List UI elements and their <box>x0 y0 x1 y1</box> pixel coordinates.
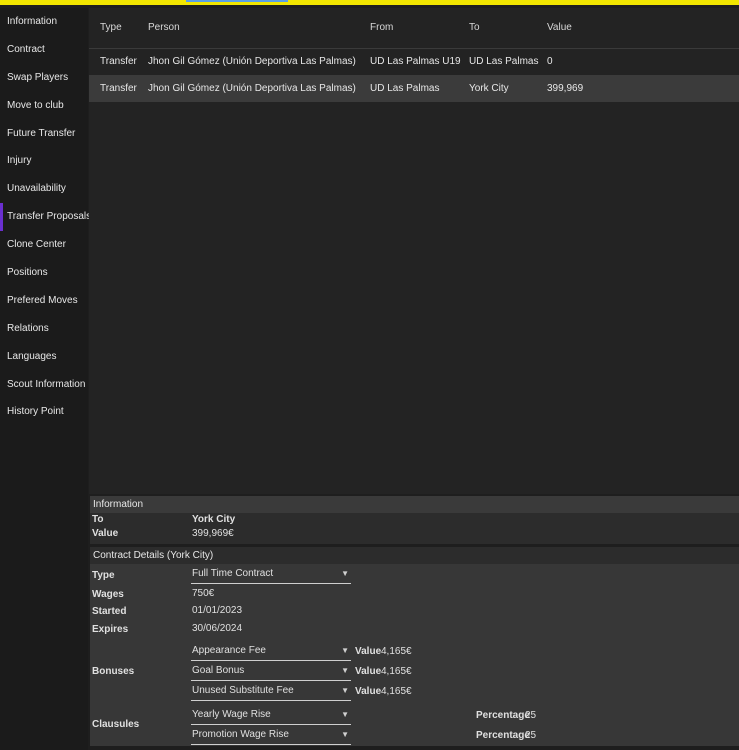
started-value[interactable]: 01/01/2023 <box>192 605 242 616</box>
transfer-table: Type Person From To Value Transfer Jhon … <box>89 8 739 494</box>
sidebar-item-languages[interactable]: Languages <box>0 343 88 371</box>
bonus-dropdown-appearance-fee[interactable]: Appearance Fee ▼ <box>191 642 351 661</box>
cell-from: UD Las Palmas U19 <box>370 56 461 67</box>
cell-type: Transfer <box>100 56 137 67</box>
bonus-value-label: Value <box>355 686 382 697</box>
sidebar-item-contract[interactable]: Contract <box>0 36 88 64</box>
clausule-percentage-value[interactable]: 25 <box>525 710 536 721</box>
cell-value: 399,969 <box>547 83 584 94</box>
info-value-value: 399,969€ <box>192 528 234 539</box>
sidebar-item-relations[interactable]: Relations <box>0 315 88 343</box>
chevron-down-icon: ▼ <box>341 646 349 655</box>
cell-person: Jhon Gil Gómez (Unión Deportiva Las Palm… <box>148 83 356 94</box>
sidebar-item-information[interactable]: Information <box>0 8 88 36</box>
sidebar-item-positions[interactable]: Positions <box>0 259 88 287</box>
clausule-name: Yearly Wage Rise <box>192 709 271 720</box>
info-to-value: York City <box>192 514 236 525</box>
contract-panel-title: Contract Details (York City) <box>90 547 739 564</box>
cell-from: UD Las Palmas <box>370 83 440 94</box>
bonuses-label: Bonuses <box>92 666 135 677</box>
wages-label: Wages <box>92 589 124 600</box>
sidebar-item-transfer-proposals[interactable]: Transfer Proposals <box>0 203 91 232</box>
sidebar-item-injury[interactable]: Injury <box>0 147 88 175</box>
clausule-name: Promotion Wage Rise <box>192 729 289 740</box>
top-accent-bar <box>0 0 739 5</box>
bonus-name: Goal Bonus <box>192 665 245 676</box>
cell-to: UD Las Palmas <box>469 56 539 67</box>
bonus-name: Appearance Fee <box>192 645 266 656</box>
sidebar-item-future-transfer[interactable]: Future Transfer <box>0 120 88 148</box>
table-row[interactable]: Transfer Jhon Gil Gómez (Unión Deportiva… <box>89 48 739 75</box>
chevron-down-icon: ▼ <box>341 666 349 675</box>
column-header-value[interactable]: Value <box>547 8 572 48</box>
info-value-label: Value <box>92 528 119 539</box>
column-header-type[interactable]: Type <box>100 8 122 48</box>
expires-label: Expires <box>92 624 129 635</box>
clausule-percentage-value[interactable]: 25 <box>525 730 536 741</box>
column-header-person[interactable]: Person <box>148 8 180 48</box>
clausules-label: Clausules <box>92 719 140 730</box>
sidebar-item-prefered-moves[interactable]: Prefered Moves <box>0 287 88 315</box>
bonus-dropdown-unused-substitute-fee[interactable]: Unused Substitute Fee ▼ <box>191 682 351 701</box>
sidebar-item-history-point[interactable]: History Point <box>0 398 88 426</box>
sidebar-item-move-to-club[interactable]: Move to club <box>0 92 88 120</box>
contract-type-label: Type <box>92 570 115 581</box>
chevron-down-icon: ▼ <box>341 686 349 695</box>
information-panel: Information To York City Value 399,969€ <box>90 496 739 544</box>
bonus-value[interactable]: 4,165€ <box>381 666 412 677</box>
contract-type-dropdown[interactable]: Full Time Contract ▼ <box>191 565 351 584</box>
info-to-row: To York City <box>90 513 739 527</box>
chevron-down-icon: ▼ <box>341 710 349 719</box>
clausule-dropdown-yearly-wage-rise[interactable]: Yearly Wage Rise ▼ <box>191 706 351 725</box>
clausule-percentage-label: Percentage <box>476 710 530 721</box>
cell-person: Jhon Gil Gómez (Unión Deportiva Las Palm… <box>148 56 356 67</box>
contract-details-panel: Contract Details (York City) Type Full T… <box>90 547 739 746</box>
bonus-value-label: Value <box>355 646 382 657</box>
bonus-name: Unused Substitute Fee <box>192 685 294 696</box>
bonus-value-label: Value <box>355 666 382 677</box>
table-header: Type Person From To Value <box>89 8 739 49</box>
clausule-dropdown-promotion-wage-rise[interactable]: Promotion Wage Rise ▼ <box>191 726 351 745</box>
cell-value: 0 <box>547 56 553 67</box>
clausule-percentage-label: Percentage <box>476 730 530 741</box>
table-row-selected[interactable]: Transfer Jhon Gil Gómez (Unión Deportiva… <box>89 75 739 102</box>
chevron-down-icon: ▼ <box>341 730 349 739</box>
information-panel-title: Information <box>90 496 739 513</box>
active-tab-indicator <box>186 0 288 2</box>
bonus-value[interactable]: 4,165€ <box>381 686 412 697</box>
chevron-down-icon: ▼ <box>341 569 349 578</box>
column-header-to[interactable]: To <box>469 8 480 48</box>
sidebar-item-scout-information[interactable]: Scout Information <box>0 371 88 399</box>
wages-value[interactable]: 750€ <box>192 588 214 599</box>
sidebar: Information Contract Swap Players Move t… <box>0 8 91 750</box>
bonus-value[interactable]: 4,165€ <box>381 646 412 657</box>
expires-value[interactable]: 30/06/2024 <box>192 623 242 634</box>
cell-to: York City <box>469 83 509 94</box>
contract-type-value: Full Time Contract <box>192 568 274 579</box>
started-label: Started <box>92 606 127 617</box>
sidebar-item-swap-players[interactable]: Swap Players <box>0 64 88 92</box>
bonus-dropdown-goal-bonus[interactable]: Goal Bonus ▼ <box>191 662 351 681</box>
sidebar-item-unavailability[interactable]: Unavailability <box>0 175 88 203</box>
column-header-from[interactable]: From <box>370 8 393 48</box>
info-value-row: Value 399,969€ <box>90 527 739 541</box>
cell-type: Transfer <box>100 83 137 94</box>
sidebar-item-clone-center[interactable]: Clone Center <box>0 231 88 259</box>
info-to-label: To <box>92 514 104 525</box>
